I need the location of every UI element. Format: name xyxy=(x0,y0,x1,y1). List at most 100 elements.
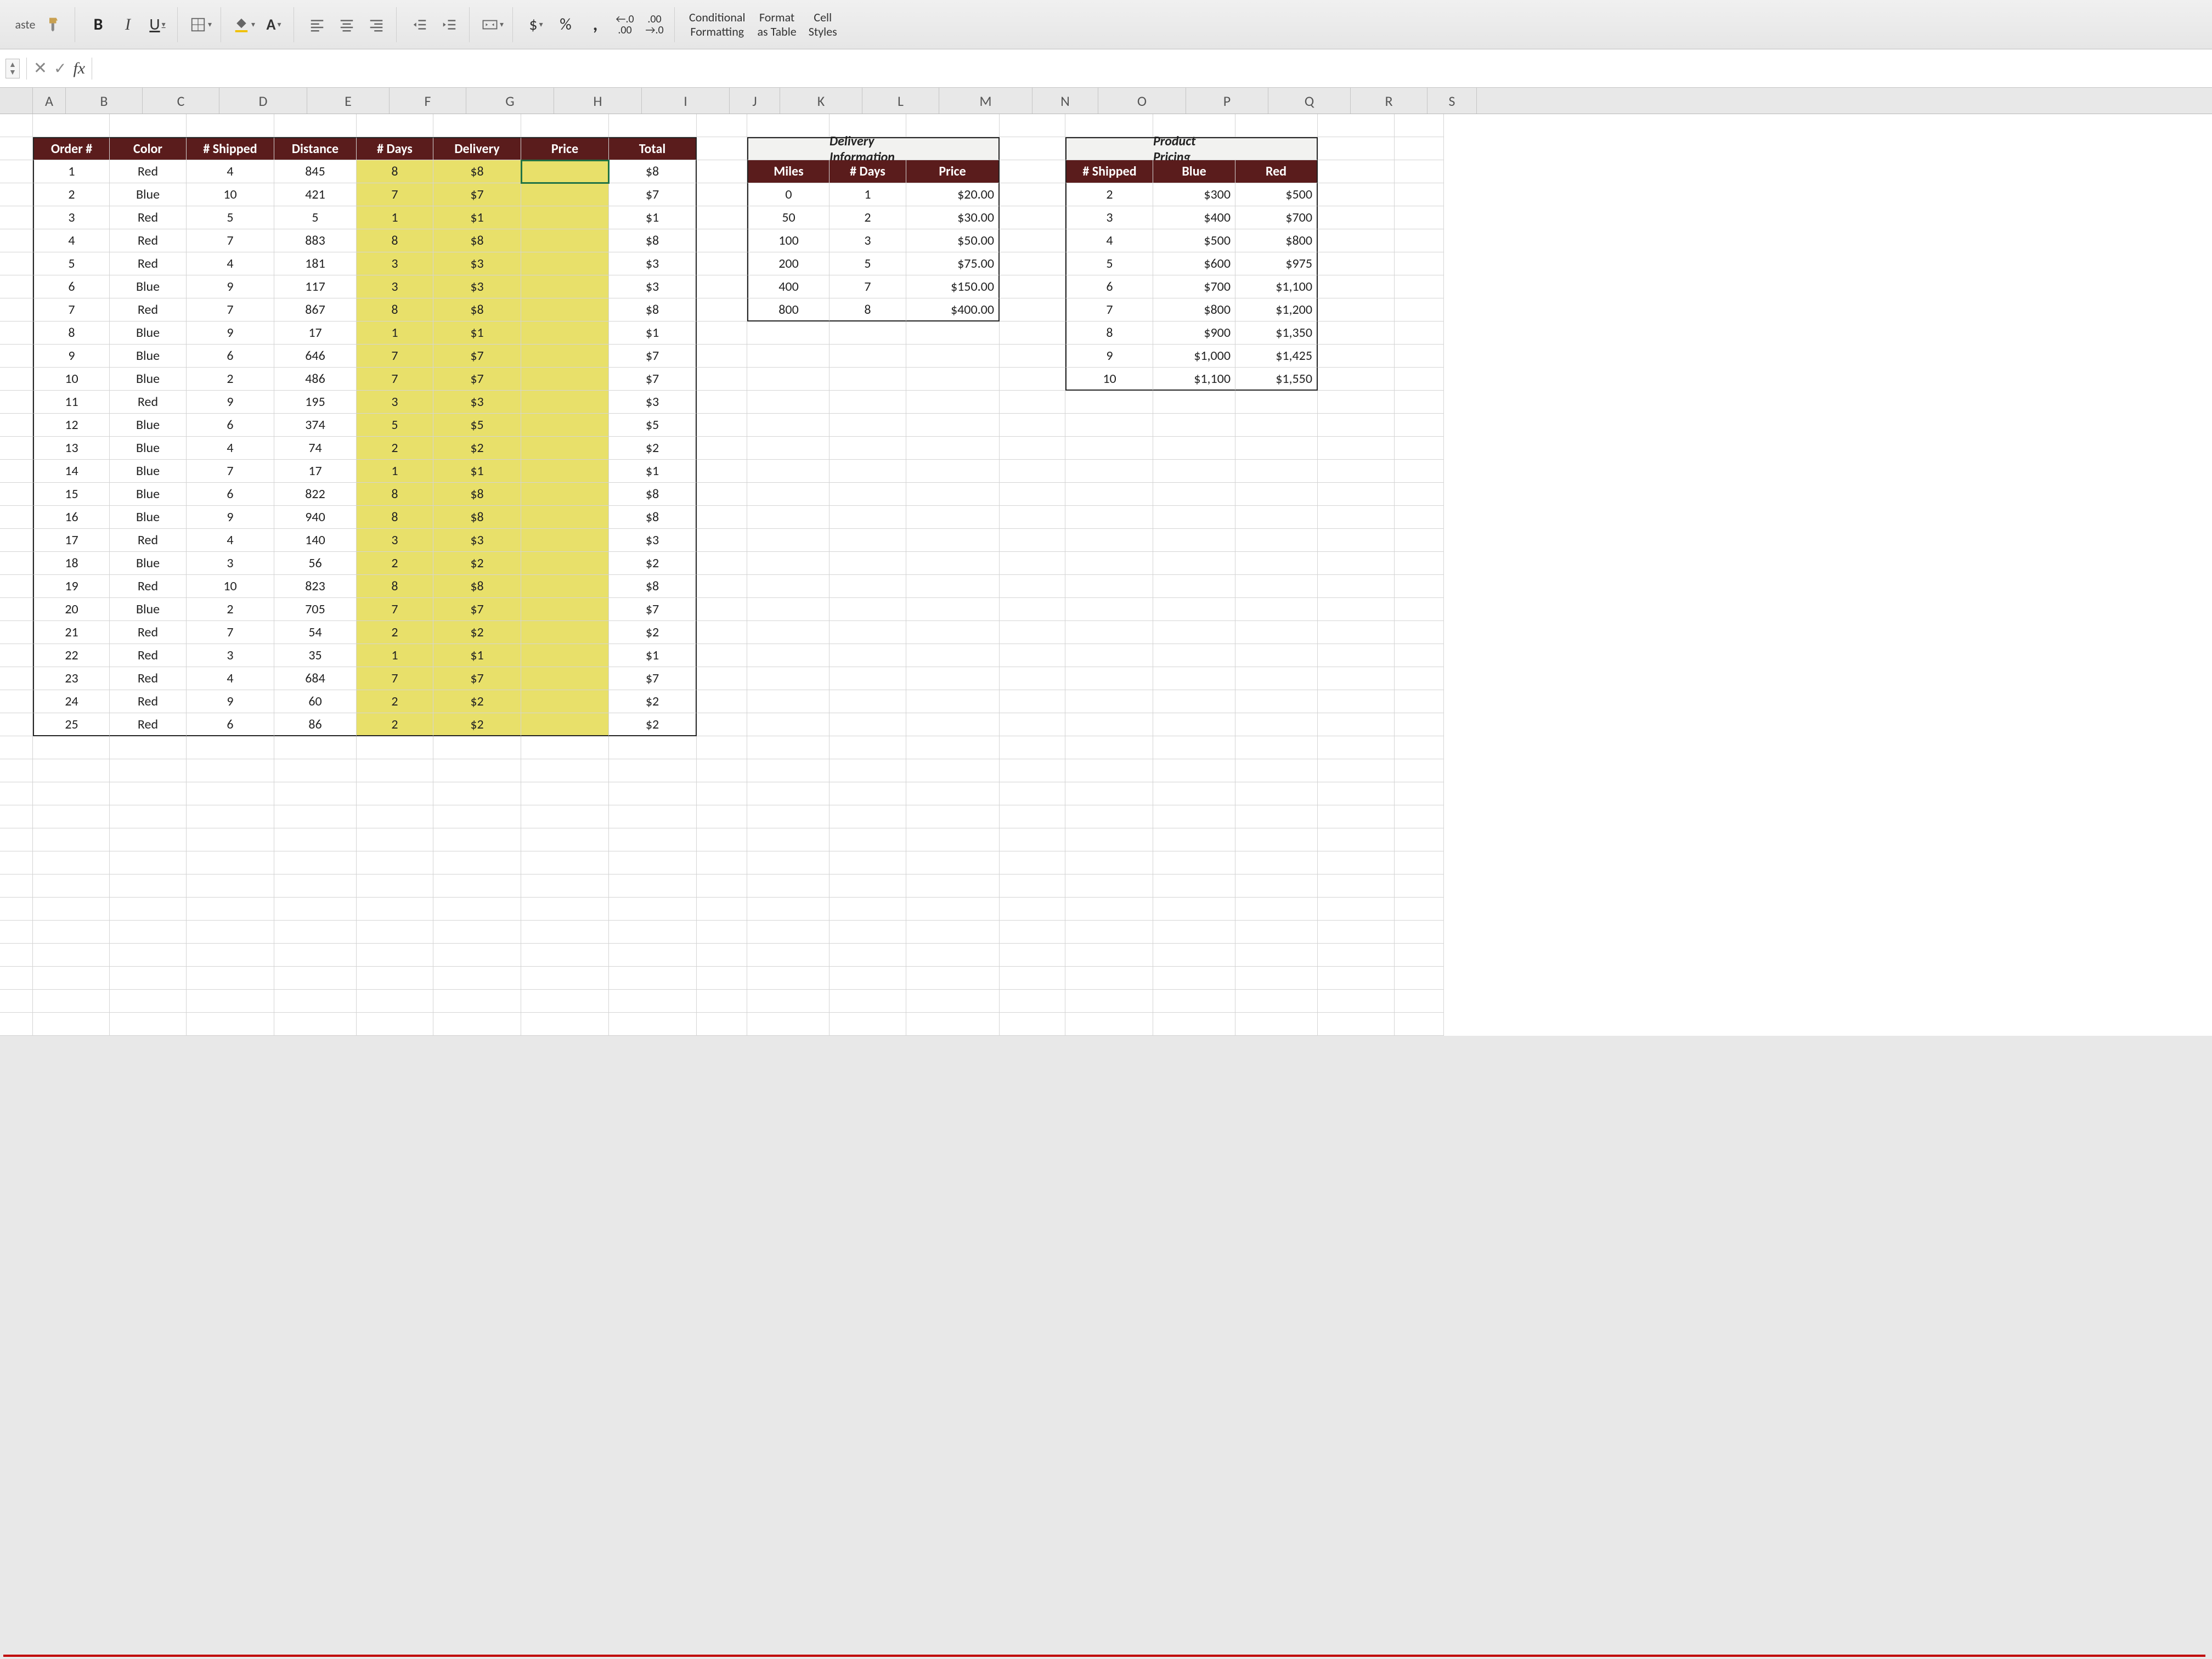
cell[interactable] xyxy=(1000,483,1065,506)
pricing-header[interactable]: # Shipped xyxy=(1065,160,1153,183)
cell[interactable] xyxy=(274,782,357,805)
cell[interactable] xyxy=(33,944,110,967)
cell[interactable] xyxy=(1318,275,1395,298)
cell[interactable] xyxy=(274,114,357,137)
cell[interactable] xyxy=(1000,644,1065,667)
delivery-row-cell[interactable]: $400.00 xyxy=(906,298,1000,321)
cell[interactable] xyxy=(0,782,33,805)
cell[interactable] xyxy=(1153,921,1235,944)
cell[interactable] xyxy=(697,898,747,921)
cell[interactable] xyxy=(906,644,1000,667)
cell[interactable] xyxy=(110,736,187,759)
cell[interactable] xyxy=(747,506,830,529)
cell[interactable] xyxy=(1000,667,1065,690)
cell[interactable] xyxy=(609,921,697,944)
cell[interactable] xyxy=(906,944,1000,967)
cell[interactable] xyxy=(0,713,33,736)
orders-row-cell[interactable]: Blue xyxy=(110,483,187,506)
orders-row-cell[interactable]: 7 xyxy=(357,368,433,391)
cell[interactable] xyxy=(1000,529,1065,552)
cell[interactable] xyxy=(697,851,747,874)
orders-row-cell[interactable]: $7 xyxy=(433,183,521,206)
pricing-row-cell[interactable]: $700 xyxy=(1153,275,1235,298)
font-color-button[interactable]: A▾ xyxy=(262,12,286,38)
cell[interactable] xyxy=(357,874,433,898)
orders-row-cell[interactable]: 4 xyxy=(187,437,274,460)
orders-row-cell[interactable]: Red xyxy=(110,252,187,275)
column-header-O[interactable]: O xyxy=(1098,88,1186,114)
orders-row-cell[interactable] xyxy=(521,713,609,736)
orders-row-cell[interactable] xyxy=(521,368,609,391)
cell[interactable] xyxy=(1235,114,1318,137)
orders-row-cell[interactable]: Blue xyxy=(110,275,187,298)
delivery-row-cell[interactable]: 800 xyxy=(747,298,830,321)
cell[interactable] xyxy=(521,736,609,759)
cell[interactable] xyxy=(1318,782,1395,805)
cell[interactable] xyxy=(906,921,1000,944)
cell[interactable] xyxy=(187,990,274,1013)
cell[interactable] xyxy=(0,391,33,414)
delivery-row-cell[interactable]: $20.00 xyxy=(906,183,1000,206)
cell[interactable] xyxy=(830,990,906,1013)
orders-row-cell[interactable]: 17 xyxy=(33,529,110,552)
cell[interactable] xyxy=(1318,690,1395,713)
cell[interactable] xyxy=(1318,252,1395,275)
cell[interactable] xyxy=(906,713,1000,736)
cell[interactable] xyxy=(1000,736,1065,759)
column-header-H[interactable]: H xyxy=(554,88,642,114)
cell[interactable] xyxy=(357,805,433,828)
orders-row-cell[interactable]: $8 xyxy=(609,298,697,321)
cell[interactable] xyxy=(1235,667,1318,690)
pricing-row-cell[interactable]: $300 xyxy=(1153,183,1235,206)
pricing-title[interactable] xyxy=(1065,137,1153,160)
pricing-row-cell[interactable]: 9 xyxy=(1065,345,1153,368)
delivery-row-cell[interactable]: 0 xyxy=(747,183,830,206)
cell[interactable] xyxy=(747,552,830,575)
orders-row-cell[interactable]: 2 xyxy=(357,690,433,713)
cell[interactable] xyxy=(697,759,747,782)
orders-row-cell[interactable]: Blue xyxy=(110,414,187,437)
cell[interactable] xyxy=(747,898,830,921)
cell[interactable] xyxy=(0,644,33,667)
cell[interactable] xyxy=(1000,805,1065,828)
orders-row-cell[interactable] xyxy=(521,575,609,598)
selected-cell[interactable] xyxy=(521,160,609,183)
cell[interactable] xyxy=(1395,690,1444,713)
orders-row-cell[interactable]: 24 xyxy=(33,690,110,713)
pricing-title[interactable] xyxy=(1235,137,1318,160)
cell[interactable] xyxy=(830,967,906,990)
orders-row-cell[interactable]: 5 xyxy=(33,252,110,275)
cell[interactable] xyxy=(747,805,830,828)
pricing-row-cell[interactable]: $500 xyxy=(1235,183,1318,206)
cell[interactable] xyxy=(747,598,830,621)
cell[interactable] xyxy=(830,759,906,782)
cell[interactable] xyxy=(0,529,33,552)
orders-row-cell[interactable]: $3 xyxy=(433,275,521,298)
orders-row-cell[interactable]: 7 xyxy=(357,183,433,206)
orders-row-cell[interactable] xyxy=(521,414,609,437)
cell[interactable] xyxy=(1153,690,1235,713)
orders-row-cell[interactable]: 2 xyxy=(187,368,274,391)
orders-row-cell[interactable]: 4 xyxy=(187,160,274,183)
cell[interactable] xyxy=(1153,967,1235,990)
cell[interactable] xyxy=(906,437,1000,460)
cell[interactable] xyxy=(187,805,274,828)
fill-color-button[interactable]: ▾ xyxy=(232,12,256,38)
orders-row-cell[interactable]: 5 xyxy=(187,206,274,229)
cell[interactable] xyxy=(1318,874,1395,898)
cell[interactable] xyxy=(0,967,33,990)
cell[interactable] xyxy=(697,275,747,298)
cell[interactable] xyxy=(747,575,830,598)
cell[interactable] xyxy=(1318,713,1395,736)
orders-row-cell[interactable]: Red xyxy=(110,391,187,414)
cell[interactable] xyxy=(609,851,697,874)
cell[interactable] xyxy=(747,874,830,898)
orders-row-cell[interactable]: 883 xyxy=(274,229,357,252)
cell[interactable] xyxy=(906,345,1000,368)
column-header-Q[interactable]: Q xyxy=(1268,88,1351,114)
orders-row-cell[interactable]: 421 xyxy=(274,183,357,206)
orders-row-cell[interactable]: Red xyxy=(110,229,187,252)
cell[interactable] xyxy=(1000,345,1065,368)
cell[interactable] xyxy=(830,851,906,874)
formula-input[interactable] xyxy=(99,49,2207,87)
